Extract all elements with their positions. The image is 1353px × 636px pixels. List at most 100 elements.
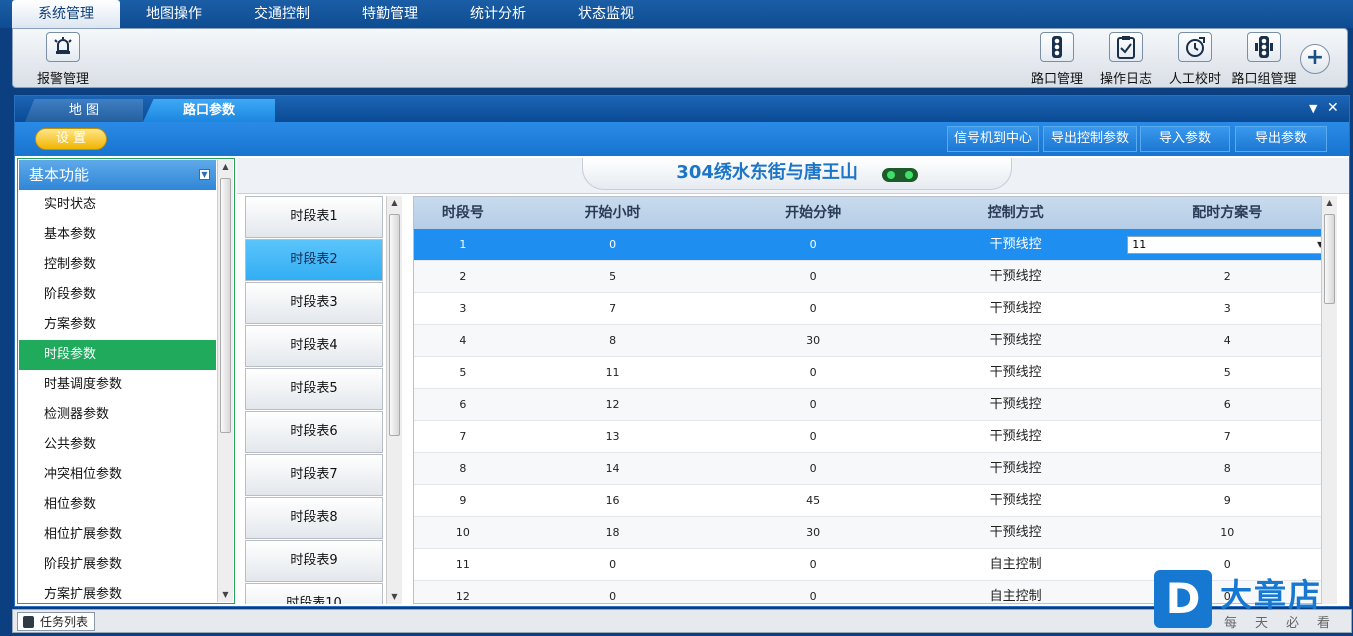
sidebar-item[interactable]: 阶段扩展参数 (19, 550, 216, 580)
table-row[interactable]: 10 18 30 干预线控 10 (414, 517, 1336, 549)
tab-intersection-params[interactable]: 路口参数 (143, 99, 275, 122)
sidebar-item[interactable]: 检测器参数 (19, 400, 216, 430)
sidebar-header-basic-functions[interactable]: 基本功能 ▼ (19, 160, 216, 190)
time-table-button[interactable]: 时段表2 (245, 239, 383, 281)
col-control-mode[interactable]: 控制方式 (913, 197, 1119, 229)
task-list-tab[interactable]: 任务列表 (17, 612, 96, 631)
sidebar-list: 实时状态 基本参数 控制参数 阶段参数 方案参数 时段参数 时基调度参数 检测器参数 公共参数冲… (19, 190, 216, 603)
manual-time-sync-label: 人工校时 (1168, 72, 1221, 87)
time-table-button[interactable]: 时段表10 (245, 583, 383, 604)
tab-map[interactable]: 地 图 (25, 99, 143, 122)
alarm-management-button[interactable]: 报警管理 (28, 32, 98, 88)
sidebar-scrollbar[interactable]: ▲ ▼ (217, 160, 233, 602)
collapse-chevron-icon[interactable]: ▼ (199, 169, 210, 180)
intersection-group-management-button[interactable]: 路口组管理 (1229, 32, 1299, 88)
cell-control-mode: 干预线控 (989, 269, 1042, 284)
menu-system-management[interactable]: 系统管理 (12, 0, 120, 28)
operation-log-label: 操作日志 (1099, 72, 1152, 87)
sidebar-item[interactable]: 相位扩展参数 (19, 520, 216, 550)
scroll-up-icon[interactable]: ▲ (1322, 196, 1337, 210)
sidebar-item[interactable]: 阶段参数 (19, 280, 216, 310)
window-close-icon[interactable]: ✕ (1327, 100, 1339, 116)
time-table-button[interactable]: 时段表9 (245, 540, 383, 582)
time-table-scrollbar[interactable]: ▲ ▼ (386, 196, 402, 604)
table-row[interactable]: 6 12 0 干预线控 6 (414, 389, 1336, 421)
cell-start-hour: 14 (605, 462, 620, 475)
sidebar-item[interactable]: 冲突相位参数 (19, 460, 216, 490)
export-params-button[interactable]: 导出参数 (1235, 126, 1327, 152)
watermark-logo: D (1154, 570, 1212, 628)
sidebar-item[interactable]: 实时状态 (19, 190, 216, 220)
sidebar-scroll-thumb[interactable] (220, 178, 231, 433)
cell-start-hour: 13 (605, 430, 620, 443)
scroll-up-icon[interactable]: ▲ (387, 196, 402, 210)
sidebar-item[interactable]: 时基调度参数 (19, 370, 216, 400)
settings-button[interactable]: 设 置 (35, 128, 107, 150)
traffic-light-icon (23, 616, 34, 628)
operation-log-button[interactable]: 操作日志 (1091, 32, 1161, 88)
signal-to-center-button[interactable]: 信号机到中心 (947, 126, 1039, 152)
import-params-button[interactable]: 导入参数 (1140, 126, 1230, 152)
cell-period-no: 4 (459, 334, 467, 347)
sidebar-item[interactable]: 方案参数 (19, 310, 216, 340)
table-row[interactable]: 5 11 0 干预线控 5 (414, 357, 1336, 389)
cell-start-minute: 0 (809, 558, 817, 571)
scroll-down-icon[interactable]: ▼ (218, 588, 233, 602)
grid-scroll-thumb[interactable] (1324, 214, 1335, 304)
cell-start-hour: 11 (605, 366, 620, 379)
menu-status-monitor[interactable]: 状态监视 (552, 0, 660, 28)
grid-scrollbar[interactable]: ▲ (1321, 196, 1337, 604)
table-row[interactable]: 2 5 0 干预线控 2 (414, 261, 1336, 293)
sidebar-item[interactable]: 公共参数 (19, 430, 216, 460)
cell-timing-plan-no: 4 (1223, 334, 1231, 347)
cell-timing-plan-no: 3 (1223, 302, 1231, 315)
table-row[interactable]: 7 13 0 干预线控 7 (414, 421, 1336, 453)
time-table-button[interactable]: 时段表3 (245, 282, 383, 324)
menu-statistics[interactable]: 统计分析 (444, 0, 552, 28)
table-row[interactable]: 3 7 0 干预线控 3 (414, 293, 1336, 325)
window-dropdown-icon[interactable]: ▼ (1309, 102, 1317, 115)
watermark-subtitle: 每天必看 (1224, 616, 1349, 631)
clipboard-icon (1109, 32, 1143, 62)
cell-start-hour: 12 (605, 398, 620, 411)
manual-time-sync-button[interactable]: 人工校时 (1160, 32, 1230, 88)
parameter-sidebar: 基本功能 ▼ 实时状态 基本参数 控制参数 阶段参数 方案参数 时段参数 时基调度参数 检测器… (17, 158, 235, 604)
table-row[interactable]: 8 14 0 干预线控 8 (414, 453, 1336, 485)
traffic-light-group-icon (1247, 32, 1281, 62)
sidebar-item[interactable]: 相位参数 (19, 490, 216, 520)
timing-plan-select[interactable]: 11 (1127, 236, 1328, 254)
time-table-button[interactable]: 时段表4 (245, 325, 383, 367)
time-table-button[interactable]: 时段表6 (245, 411, 383, 453)
main-window: 地 图 路口参数 ▼ ✕ 设 置 信号机到中心 导出控制参数 导入参数 导出参数… (14, 95, 1350, 607)
cell-period-no: 12 (455, 590, 470, 603)
col-start-hour[interactable]: 开始小时 (512, 197, 714, 229)
time-table-button[interactable]: 时段表7 (245, 454, 383, 496)
cell-period-no: 10 (455, 526, 470, 539)
menu-traffic-control[interactable]: 交通控制 (228, 0, 336, 28)
col-start-minute[interactable]: 开始分钟 (713, 197, 913, 229)
add-toolbar-button[interactable]: + (1300, 44, 1330, 74)
cell-period-no: 2 (459, 270, 467, 283)
scroll-up-icon[interactable]: ▲ (218, 160, 233, 174)
scroll-down-icon[interactable]: ▼ (387, 590, 402, 604)
menu-special-duty[interactable]: 特勤管理 (336, 0, 444, 28)
time-table-scroll-thumb[interactable] (389, 214, 400, 436)
sidebar-item[interactable]: 方案扩展参数 (19, 580, 216, 603)
export-control-params-button[interactable]: 导出控制参数 (1043, 126, 1137, 152)
sidebar-item[interactable]: 控制参数 (19, 250, 216, 280)
col-period-no[interactable]: 时段号 (414, 197, 512, 229)
cell-period-no: 5 (459, 366, 467, 379)
intersection-management-button[interactable]: 路口管理 (1022, 32, 1092, 88)
table-row[interactable]: 9 16 45 干预线控 9 (414, 485, 1336, 517)
cell-start-minute: 0 (809, 270, 817, 283)
table-row[interactable]: 4 8 30 干预线控 4 (414, 325, 1336, 357)
time-table-button[interactable]: 时段表5 (245, 368, 383, 410)
col-timing-plan-no[interactable]: 配时方案号 (1118, 197, 1336, 229)
time-table-button[interactable]: 时段表8 (245, 497, 383, 539)
sidebar-item[interactable]: 时段参数 (19, 340, 216, 370)
sidebar-item[interactable]: 基本参数 (19, 220, 216, 250)
time-table-button[interactable]: 时段表1 (245, 196, 383, 238)
cell-period-no: 8 (459, 462, 467, 475)
menu-map-operation[interactable]: 地图操作 (120, 0, 228, 28)
table-row[interactable]: 1 0 0 干预线控 11 (414, 229, 1336, 261)
